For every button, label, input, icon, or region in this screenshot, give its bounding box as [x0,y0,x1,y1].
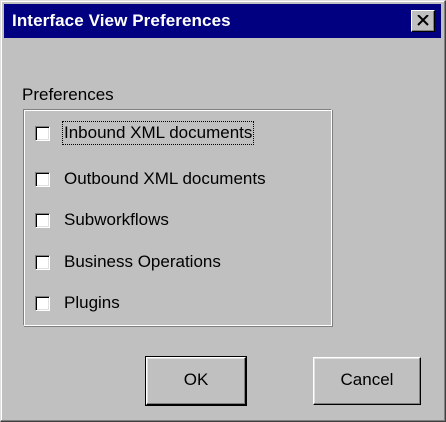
ok-button[interactable]: OK [145,356,247,406]
pref-label-plugins: Plugins [64,293,120,312]
pref-outbound-xml[interactable]: Outbound XML documents [35,166,267,192]
pref-plugins[interactable]: Plugins [35,290,121,316]
title-bar[interactable]: Interface View Preferences [4,4,441,38]
preferences-dialog: Interface View Preferences Preferences I… [0,0,446,422]
pref-subworkflows[interactable]: Subworkflows [35,207,170,233]
preferences-group-label: Preferences [22,85,114,104]
checkbox-plugins[interactable] [35,295,50,311]
pref-label-subworkflows: Subworkflows [64,210,169,229]
preferences-group: Inbound XML documents Outbound XML docum… [23,109,332,326]
pref-business-operations[interactable]: Business Operations [35,249,222,275]
pref-label-inbound-xml: Inbound XML documents [61,121,255,145]
pref-inbound-xml[interactable]: Inbound XML documents [35,120,255,146]
checkbox-business-operations[interactable] [35,254,50,270]
pref-label-outbound-xml: Outbound XML documents [64,169,266,188]
close-icon [417,15,429,26]
close-button[interactable] [411,10,435,32]
checkbox-subworkflows[interactable] [35,212,50,228]
dialog-title: Interface View Preferences [12,11,231,30]
cancel-button[interactable]: Cancel [313,357,421,405]
pref-label-business-operations: Business Operations [64,252,221,271]
checkbox-inbound-xml[interactable] [35,125,50,141]
checkbox-outbound-xml[interactable] [35,171,50,187]
